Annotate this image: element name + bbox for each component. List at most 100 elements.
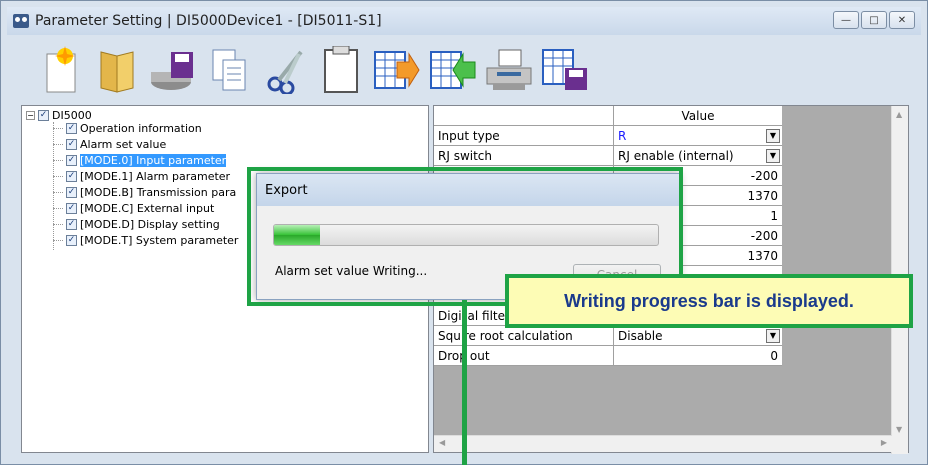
tree-connector [53,160,63,161]
maximize-icon: □ [869,14,879,26]
tree-item-label: Alarm set value [80,137,167,151]
save-to-disk-icon [151,52,193,90]
tree-item[interactable]: ✓ Alarm set value [66,137,167,151]
dropdown-arrow-icon[interactable]: ▼ [766,148,780,163]
tree-item-label: [MODE.1] Alarm parameter [80,169,231,183]
scroll-left-icon[interactable]: ◀ [439,438,445,447]
checkbox[interactable]: ✓ [66,170,77,182]
parameter-name: Drop out [434,346,614,365]
parameter-value[interactable]: RJ enable (internal) ▼ [614,146,782,165]
dropdown-arrow-icon[interactable]: ▼ [766,128,780,143]
checkbox[interactable]: ✓ [66,154,77,166]
parameter-name: Squ re root calculation [434,326,614,345]
toolbar [7,39,921,101]
title-bar[interactable]: Parameter Setting | DI5000Device1 - [DI5… [7,7,921,35]
parameter-value-text: RJ enable (internal) [618,148,734,163]
checkbox[interactable]: ✓ [66,218,77,230]
tree-item-label: Operation information [80,121,202,135]
grid-row[interactable]: Drop out 0 [434,346,782,366]
copy-icon [212,49,246,91]
tree-item-label: [MODE.0] Input parameter [80,153,227,167]
tree-item[interactable]: ✓ [MODE.D] Display setting [66,217,220,231]
tree-connector [53,240,63,241]
parameter-value-text: 1 [770,208,778,223]
open-button[interactable] [93,44,141,96]
export-to-device-button[interactable] [373,44,421,96]
export-to-device-icon [374,51,420,89]
parameter-value-text: 1370 [747,188,778,203]
import-from-device-button[interactable] [429,44,477,96]
window-controls: — □ ✕ [833,11,915,29]
checkbox[interactable]: ✓ [66,202,77,214]
tree-item-label: [MODE.B] Transmission para [80,185,237,199]
tree-item[interactable]: ✓ [MODE.C] External input [66,201,215,215]
parameter-name: Input type [434,126,614,145]
tree-item[interactable]: ✓ [MODE.T] System parameter [66,234,238,247]
save-table-button[interactable] [541,44,589,96]
save-disk-button[interactable] [149,44,197,96]
new-icon [46,46,76,93]
minimize-button[interactable]: — [833,11,859,29]
tree-item[interactable]: ✓ [MODE.0] Input parameter [66,153,227,167]
checkbox[interactable]: ✓ [66,186,77,198]
paste-icon [324,46,358,93]
grid-row[interactable]: Squ re root calculation Disable ▼ [434,326,782,346]
parameter-value-text: R [618,128,627,143]
minimize-icon: — [841,14,851,26]
close-icon: ✕ [897,14,907,26]
collapse-icon[interactable]: − [26,110,35,120]
tree-connector [53,144,63,145]
print-icon [486,49,532,90]
parameter-value[interactable]: R ▼ [614,126,782,145]
tree-item-label: [MODE.D] Display setting [80,217,220,231]
callout-pointer [462,300,467,465]
close-button[interactable]: ✕ [889,11,915,29]
tree-connector [53,128,63,129]
tree-item[interactable]: ✓ [MODE.B] Transmission para [66,185,237,199]
parameter-value[interactable]: Disable ▼ [614,326,782,345]
tree-connector [53,176,63,177]
tree-root[interactable]: − ✓ DI5000 [26,108,92,122]
grid-row[interactable]: RJ switch RJ enable (internal) ▼ [434,146,782,166]
import-from-device-icon [430,51,476,89]
parameter-value-text: -200 [750,228,778,243]
tree-connector [53,224,63,225]
name-column-header [434,106,614,125]
open-folder-icon [100,51,134,93]
tree-connector [53,192,63,193]
tree-item[interactable]: ✓ Operation information [66,121,202,135]
value-column-header: Value [681,108,715,123]
tree-connector [53,122,54,250]
callout-box: Writing progress bar is displayed. [505,274,913,328]
tree-root-label: DI5000 [52,108,92,122]
scroll-down-icon[interactable]: ▼ [896,425,902,434]
save-table-icon [542,49,587,90]
tree-connector [53,208,63,209]
scroll-up-icon[interactable]: ▲ [896,110,902,119]
maximize-button[interactable]: □ [861,11,887,29]
copy-button[interactable] [205,44,253,96]
checkbox[interactable]: ✓ [66,234,77,246]
horizontal-scrollbar[interactable]: ◀ ▶ [434,435,892,452]
window-title: Parameter Setting | DI5000Device1 - [DI5… [35,13,382,29]
parameter-value-text: 1370 [747,248,778,263]
tree-item-label: [MODE.C] External input [80,201,215,215]
cut-button[interactable] [261,44,309,96]
checkbox[interactable]: ✓ [66,122,77,134]
parameter-value-text: Disable [618,328,663,343]
cut-icon [267,50,303,94]
parameter-value-text: 0 [770,348,778,363]
app-icon [13,14,29,28]
new-button[interactable] [37,44,85,96]
parameter-value-text: -200 [750,168,778,183]
grid-header: Value [434,106,782,126]
paste-button[interactable] [317,44,365,96]
parameter-value[interactable]: 0 [614,346,782,365]
tree-item[interactable]: ✓ [MODE.1] Alarm parameter [66,169,231,183]
dropdown-arrow-icon[interactable]: ▼ [766,328,780,343]
scroll-right-icon[interactable]: ▶ [881,438,887,447]
checkbox[interactable]: ✓ [38,109,49,121]
grid-row[interactable]: Input type R ▼ [434,126,782,146]
checkbox[interactable]: ✓ [66,138,77,150]
print-button[interactable] [485,44,533,96]
